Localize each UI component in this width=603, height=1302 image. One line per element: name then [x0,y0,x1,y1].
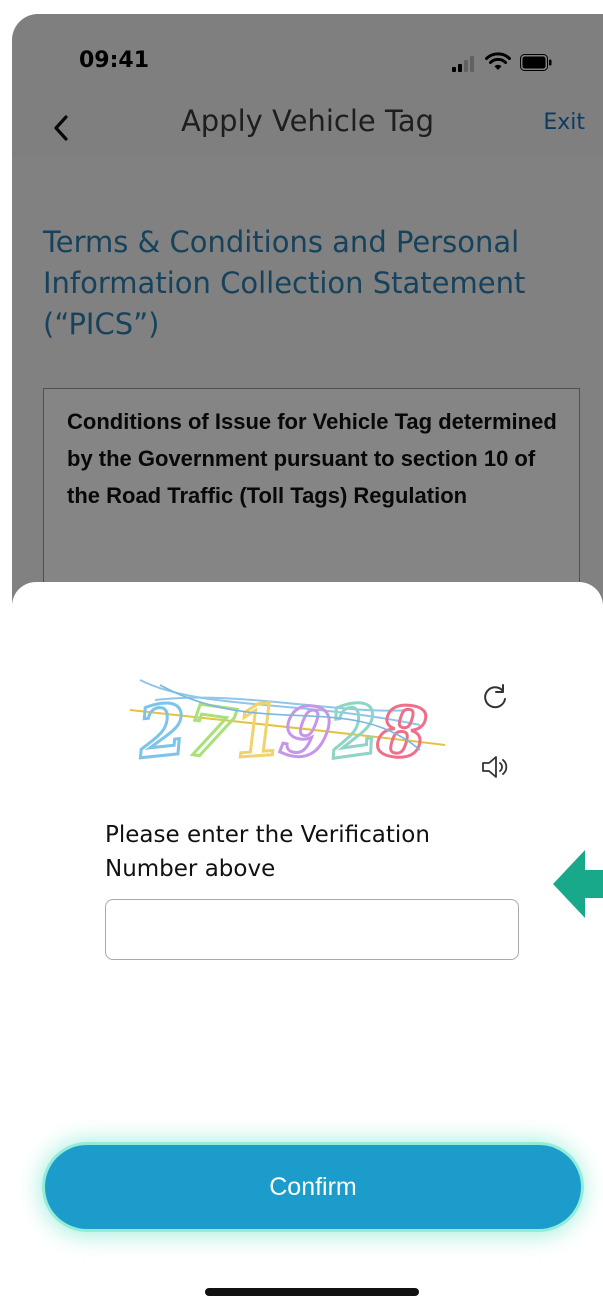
phone-screen: 09:41 Apply Vehicle Tag Exit Terms & Con… [12,14,603,1302]
verification-input[interactable] [105,899,519,960]
captcha-image: 271928 [129,679,446,779]
verification-prompt: Please enter the Verification Number abo… [105,822,430,882]
verification-sheet: 271928 Please enter the Verification Num… [12,582,603,1302]
arrow-left-icon [553,850,603,918]
speaker-icon[interactable] [480,752,512,782]
captcha-digit: 8 [373,688,431,776]
confirm-button[interactable]: Confirm [45,1145,581,1229]
home-indicator [205,1288,419,1296]
refresh-icon[interactable] [480,682,510,712]
